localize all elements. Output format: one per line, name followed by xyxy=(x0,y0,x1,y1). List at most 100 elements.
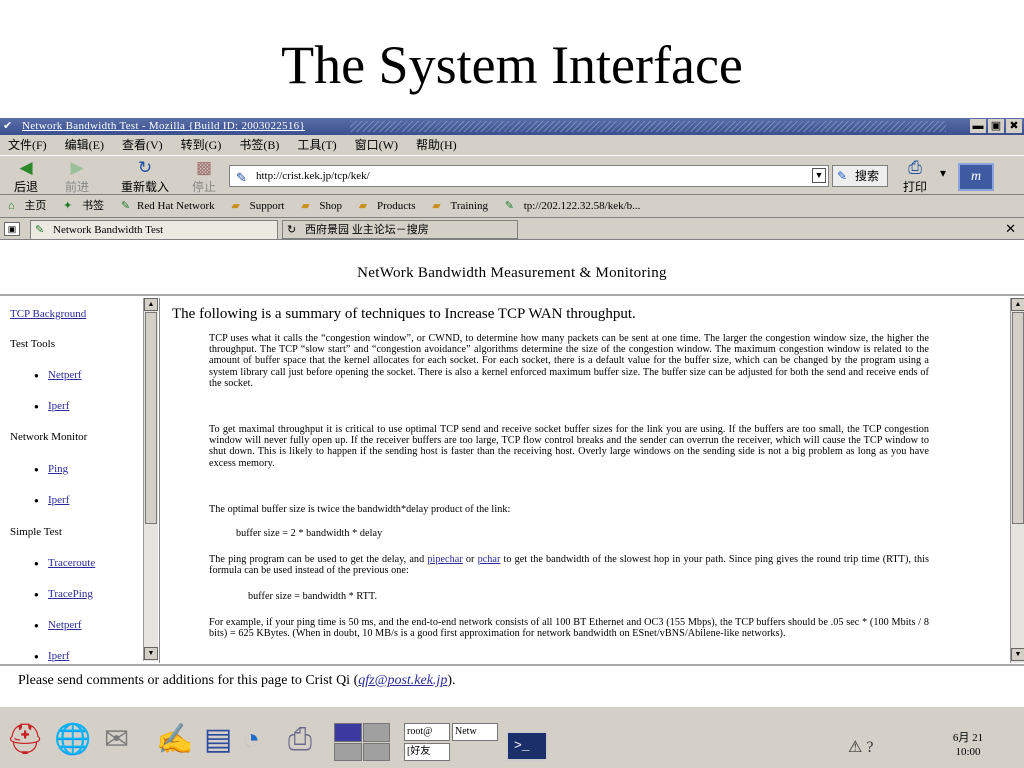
bookmark-redhat[interactable]: ✎ Red Hat Network xyxy=(117,200,218,212)
bullet-icon: ● xyxy=(34,496,39,505)
minimize-button[interactable]: ▬ xyxy=(970,119,986,133)
pipechar-link[interactable]: pipechar xyxy=(427,554,462,565)
pchar-link[interactable]: pchar xyxy=(478,554,501,565)
menu-file[interactable]: 文件(F) xyxy=(8,138,47,152)
back-button[interactable]: ◀ 后退 xyxy=(6,158,46,195)
main-scrollbar[interactable]: ▲ ▼ xyxy=(1010,298,1024,663)
bookmark-products-label: Products xyxy=(377,200,416,212)
writer-launcher-icon[interactable]: ✍ xyxy=(156,723,193,757)
web-browser-launcher-icon[interactable]: 🌐 xyxy=(54,723,91,757)
bookmark-products[interactable]: ▰ Products xyxy=(355,200,419,212)
bookmark-shop[interactable]: ▰ Shop xyxy=(297,200,345,212)
sidebar-scrollbar[interactable]: ▲ ▼ xyxy=(143,298,158,661)
redhat-start-menu-icon[interactable]: ⛑ xyxy=(6,723,44,757)
sidebar-heading-network-monitor: Network Monitor xyxy=(10,431,88,443)
print-dropdown-button[interactable]: ▾ xyxy=(936,166,950,181)
menu-bookmarks[interactable]: 书签(B) xyxy=(239,138,279,152)
spreadsheet-launcher-icon[interactable]: ◔ xyxy=(242,723,260,757)
bookmark-icon: ✦ xyxy=(63,200,73,212)
printer-icon: ⎙ xyxy=(908,158,922,177)
scroll-up-icon[interactable]: ▲ xyxy=(1011,298,1024,311)
menu-tools[interactable]: 工具(T) xyxy=(297,138,336,152)
menu-help[interactable]: 帮助(H) xyxy=(416,138,457,152)
help-icon[interactable]: ? xyxy=(866,739,873,756)
bullet-icon: ● xyxy=(34,371,39,380)
url-input[interactable]: ✎ http://crist.kek.jp/tcp/kek/ xyxy=(229,165,829,187)
sidebar-link-iperf-simple[interactable]: Iperf xyxy=(48,650,69,662)
menu-go[interactable]: 转到(G) xyxy=(181,138,222,152)
printer-launcher-icon[interactable]: ⎙ xyxy=(288,723,312,757)
clock[interactable]: 6月 21 10:00 xyxy=(918,731,1018,759)
url-text: http://crist.kek.jp/tcp/kek/ xyxy=(256,170,370,182)
scroll-up-icon[interactable]: ▲ xyxy=(144,298,158,311)
paragraph-ping: The ping program can be used to get the … xyxy=(209,554,929,576)
terminal-launcher-icon[interactable]: >_ xyxy=(506,731,548,761)
bookmark-redhat-label: Red Hat Network xyxy=(137,200,215,212)
ping-text-mid: or xyxy=(462,554,478,565)
bullet-icon: ● xyxy=(34,402,39,411)
sidebar-link-tcp-background[interactable]: TCP Background xyxy=(10,308,86,320)
workspace-1[interactable] xyxy=(334,723,362,742)
menu-view[interactable]: 查看(V) xyxy=(122,138,163,152)
sidebar-link-traceping[interactable]: TracePing xyxy=(48,588,93,600)
sidebar-link-traceroute[interactable]: Traceroute xyxy=(48,557,95,569)
stop-icon: ▩ xyxy=(195,158,213,177)
folder-icon: ▰ xyxy=(301,200,310,212)
workspace-3[interactable] xyxy=(334,742,362,761)
reload-button[interactable]: ↻ 重新载入 xyxy=(110,158,180,195)
forward-button[interactable]: ▶ 前进 xyxy=(52,158,102,195)
bookmark-training-label: Training xyxy=(450,200,488,212)
page-heading: NetWork Bandwidth Measurement & Monitori… xyxy=(0,240,1024,296)
tab-label: 西府景园 业主论坛－搜房 xyxy=(305,224,429,236)
menu-edit[interactable]: 编辑(E) xyxy=(65,138,104,152)
sidebar-link-netperf[interactable]: Netperf xyxy=(48,369,82,381)
window-menu-icon[interactable]: ✔ xyxy=(3,118,12,135)
sidebar-frame: TCP Background Test Tools ● Netperf ● Ip… xyxy=(0,298,160,663)
main-scroll-thumb[interactable] xyxy=(1012,312,1024,524)
task-friends[interactable]: [好友 xyxy=(404,743,450,761)
close-button[interactable]: ✖ xyxy=(1006,119,1022,133)
sidebar-heading-simple-test: Simple Test xyxy=(10,526,62,538)
stop-button[interactable]: ▩ 停止 xyxy=(186,158,222,195)
new-tab-button[interactable]: ▣ xyxy=(4,222,20,236)
footer-email-link[interactable]: qfz@post.kek.jp xyxy=(358,673,447,688)
url-dropdown-button[interactable]: ▼ xyxy=(812,168,826,183)
bookmark-kek[interactable]: ✎ tp://202.122.32.58/kek/b... xyxy=(501,200,644,212)
tab-bar: ▣ ✎ Network Bandwidth Test ↻ 西府景园 业主论坛－搜… xyxy=(0,217,1024,239)
sidebar-scroll-thumb[interactable] xyxy=(145,312,157,524)
task-netw-browser[interactable]: Netw xyxy=(452,723,498,741)
sidebar-link-iperf[interactable]: Iperf xyxy=(48,400,69,412)
tab-network-bandwidth[interactable]: ✎ Network Bandwidth Test xyxy=(30,220,278,239)
menu-window[interactable]: 窗口(W) xyxy=(355,138,398,152)
sidebar-link-ping[interactable]: Ping xyxy=(48,463,68,475)
main-title: The following is a summary of techniques… xyxy=(172,306,636,322)
bookmark-kek-label: tp://202.122.32.58/kek/b... xyxy=(523,200,641,212)
search-button[interactable]: ✎ 搜索 xyxy=(832,165,888,187)
close-tab-icon[interactable]: ✕ xyxy=(1005,221,1016,237)
maximize-button[interactable]: ▣ xyxy=(988,119,1004,133)
window-titlebar[interactable]: ✔ Network Bandwidth Test - Mozilla {Buil… xyxy=(0,118,1024,135)
workspace-4[interactable] xyxy=(362,742,390,761)
update-notifier-icon[interactable]: ⚠ xyxy=(848,739,862,756)
presentation-launcher-icon[interactable]: ▤ xyxy=(204,723,232,757)
workspace-2[interactable] xyxy=(362,723,390,742)
bookmark-home[interactable]: ⌂ 主页 xyxy=(4,200,49,212)
email-launcher-icon[interactable]: ✉ xyxy=(104,723,129,757)
task-list: root@ Netw [好友 xyxy=(404,723,500,763)
mozilla-throbber-logo[interactable]: m xyxy=(958,163,994,191)
sidebar-link-iperf-monitor[interactable]: Iperf xyxy=(48,494,69,506)
bookmark-bookmarks[interactable]: ✦ 书签 xyxy=(59,200,107,212)
bookmark-training[interactable]: ▰ Training xyxy=(428,200,491,212)
bookmark-support[interactable]: ▰ Support xyxy=(227,200,287,212)
sidebar-link-netperf-simple[interactable]: Netperf xyxy=(48,619,82,631)
page-footer: Please send comments or additions for th… xyxy=(0,664,1024,706)
home-icon: ⌂ xyxy=(8,200,15,212)
scroll-down-icon[interactable]: ▼ xyxy=(1011,648,1024,661)
search-label: 搜索 xyxy=(855,169,880,183)
scroll-down-icon[interactable]: ▼ xyxy=(144,647,158,660)
workspace-pager[interactable] xyxy=(334,723,390,761)
bullet-icon: ● xyxy=(34,559,39,568)
print-button[interactable]: ⎙ 打印 xyxy=(898,158,932,195)
task-root-terminal[interactable]: root@ xyxy=(404,723,450,741)
tab-forum[interactable]: ↻ 西府景园 业主论坛－搜房 xyxy=(282,220,518,239)
